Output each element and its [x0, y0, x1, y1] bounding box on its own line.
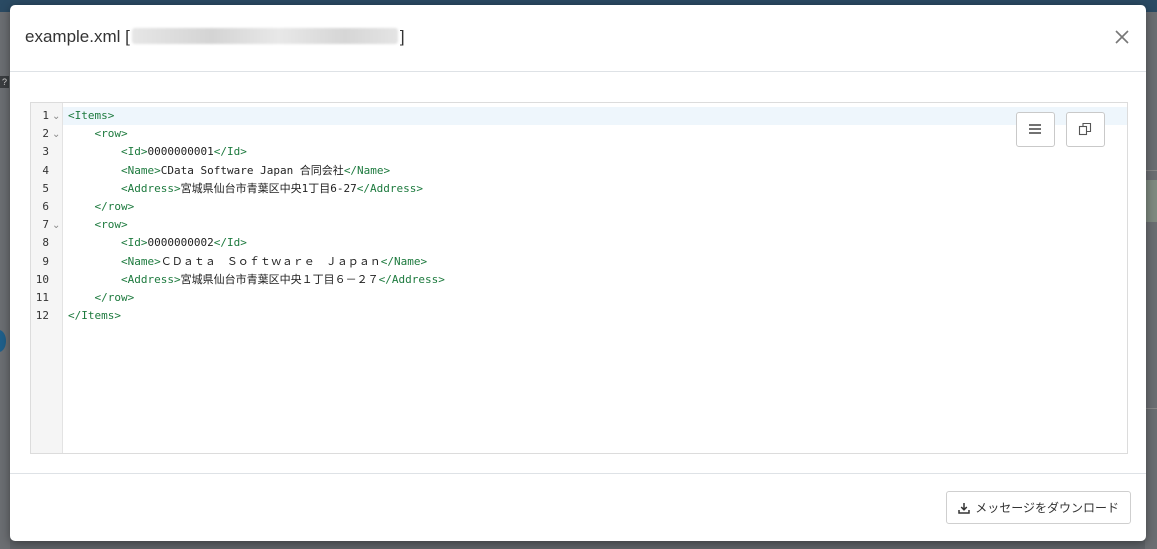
message-dialog: example.xml [] 1 ⌄ <Items> 2 ⌄ <row> 3 <…	[10, 5, 1146, 541]
xml-text	[68, 218, 95, 231]
xml-tag: </Address>	[378, 272, 445, 286]
active-line-highlight	[63, 107, 1127, 125]
background-left	[0, 12, 10, 549]
line-number: 6	[42, 200, 49, 213]
copy-icon	[1078, 122, 1092, 136]
dialog-title: example.xml []	[25, 27, 405, 47]
xml-text	[68, 200, 95, 213]
xml-text: 宮城県仙台市青葉区中央1丁目6-27	[180, 181, 357, 195]
xml-tag: <Id>	[120, 145, 148, 159]
close-button[interactable]	[1110, 25, 1134, 49]
fold-toggle-icon[interactable]: ⌄	[52, 216, 60, 234]
dialog-header: example.xml []	[10, 5, 1146, 72]
xml-tag: <row>	[94, 127, 128, 141]
code-line: </Items>	[68, 307, 121, 325]
xml-tag: </Id>	[213, 145, 247, 159]
xml-text	[68, 273, 121, 286]
xml-tag: </Name>	[380, 254, 428, 268]
line-number: 3	[42, 145, 49, 159]
xml-tag: </row>	[94, 200, 135, 213]
xml-tag: </Name>	[343, 163, 391, 177]
xml-text: CData Software Japan 合同会社	[160, 163, 344, 177]
fold-toggle-icon[interactable]: ⌄	[52, 107, 60, 125]
background-divider	[1145, 170, 1157, 171]
format-lines-icon	[1029, 124, 1041, 134]
xml-text: 0000000001	[147, 145, 214, 159]
xml-tag: </Id>	[213, 236, 247, 250]
format-button[interactable]	[1016, 112, 1055, 147]
xml-text: 0000000002	[147, 236, 214, 250]
xml-tag: <Items>	[68, 109, 115, 122]
xml-tag: <Name>	[120, 254, 161, 268]
line-number: 10	[35, 272, 49, 286]
xml-text	[68, 127, 95, 140]
xml-text	[68, 145, 121, 158]
line-number: 9	[42, 254, 49, 268]
line-number: 12	[35, 309, 49, 323]
xml-text	[68, 291, 95, 304]
line-number: 2	[42, 127, 49, 141]
dialog-footer: メッセージをダウンロード	[10, 473, 1146, 541]
close-icon	[1115, 30, 1129, 44]
code-line: <Id>0000000001</Id>	[68, 143, 247, 161]
code-line: <Address>宮城県仙台市青葉区中央１丁目６－２７</Address>	[68, 271, 445, 289]
code-line: <row>	[68, 125, 128, 143]
line-number: 11	[35, 291, 49, 304]
xml-code-editor[interactable]: 1 ⌄ <Items> 2 ⌄ <row> 3 <Id>0000000001</Id> 4 …	[30, 102, 1128, 454]
code-line: <Items>	[68, 107, 114, 125]
code-line: <Address>宮城県仙台市青葉区中央1丁目6-27</Address>	[68, 180, 423, 198]
download-button-label: メッセージをダウンロード	[975, 501, 1119, 515]
copy-button[interactable]	[1066, 112, 1105, 147]
xml-tag: <Address>	[120, 272, 181, 286]
xml-tag: <Id>	[120, 236, 148, 250]
xml-tag: <row>	[94, 218, 128, 232]
xml-text	[68, 164, 121, 177]
code-line: <Name>CData Software Japan 合同会社</Name>	[68, 162, 390, 180]
xml-tag: </Address>	[356, 181, 423, 195]
xml-text	[68, 255, 121, 268]
code-line: <Name>ＣＤａｔａ Ｓｏｆｔｗａｒｅ Ｊａｐａｎ</Name>	[68, 253, 427, 271]
xml-tag: <Address>	[120, 181, 181, 195]
dialog-title-filename: example.xml [	[25, 27, 130, 46]
background-panel	[1145, 180, 1157, 222]
code-line: </row>	[68, 289, 135, 307]
line-number: 7	[42, 218, 49, 232]
background-divider	[1145, 408, 1157, 409]
download-icon	[958, 502, 970, 514]
line-number: 5	[42, 181, 49, 195]
code-line: </row>	[68, 198, 135, 216]
code-line: <row>	[68, 216, 128, 234]
redacted-timestamp	[131, 28, 398, 44]
background-help-icon: ?	[0, 76, 9, 88]
xml-text	[68, 236, 121, 249]
dialog-body: 1 ⌄ <Items> 2 ⌄ <row> 3 <Id>0000000001</Id> 4 …	[10, 72, 1146, 473]
background-right	[1145, 12, 1157, 549]
fold-toggle-icon[interactable]: ⌄	[52, 125, 60, 143]
xml-tag: </row>	[94, 291, 135, 304]
xml-tag: </Items>	[68, 309, 121, 323]
code-line: <Id>0000000002</Id>	[68, 234, 247, 252]
xml-text: 宮城県仙台市青葉区中央１丁目６－２７	[180, 272, 379, 286]
dialog-title-bracket: ]	[399, 27, 405, 46]
download-message-button[interactable]: メッセージをダウンロード	[946, 491, 1131, 524]
xml-text: ＣＤａｔａ Ｓｏｆｔｗａｒｅ Ｊａｐａｎ	[160, 254, 381, 268]
line-number: 4	[42, 163, 49, 177]
xml-text	[68, 182, 121, 195]
line-number: 1	[42, 109, 49, 122]
xml-tag: <Name>	[120, 163, 161, 177]
line-number: 8	[42, 236, 49, 250]
